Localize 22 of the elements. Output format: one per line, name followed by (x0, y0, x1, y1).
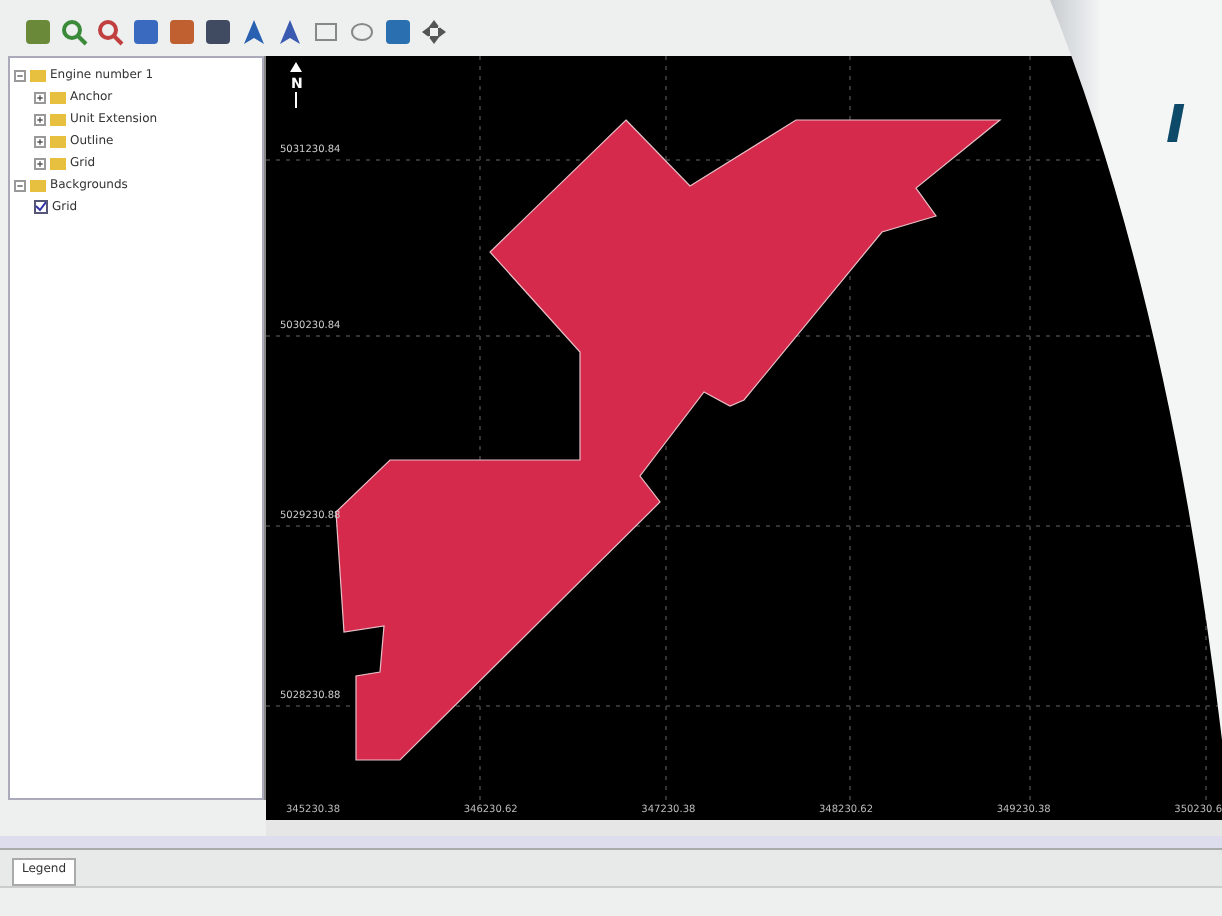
tool-icon[interactable] (24, 18, 52, 46)
tool-icon[interactable] (132, 18, 160, 46)
tool-icon[interactable] (168, 18, 196, 46)
zoom-out-icon[interactable] (96, 18, 124, 46)
expander-icon[interactable] (34, 135, 46, 147)
arrow-icon[interactable] (240, 18, 268, 46)
circle-tool-icon[interactable] (348, 18, 376, 46)
zoom-in-icon[interactable] (60, 18, 88, 46)
heading-letter: I (1166, 96, 1186, 156)
arrow-icon[interactable] (276, 18, 304, 46)
tool-icon[interactable] (204, 18, 232, 46)
checkbox[interactable] (34, 200, 48, 214)
expander-icon[interactable] (14, 69, 26, 81)
expander-icon[interactable] (34, 91, 46, 103)
expander-icon[interactable] (34, 113, 46, 125)
tool-icon[interactable] (384, 18, 412, 46)
north-line (295, 91, 297, 109)
expander-icon[interactable] (14, 179, 26, 191)
expander-icon[interactable] (34, 157, 46, 169)
north-arrow-icon (290, 62, 302, 72)
move-icon[interactable] (420, 18, 448, 46)
rectangle-tool-icon[interactable] (312, 18, 340, 46)
